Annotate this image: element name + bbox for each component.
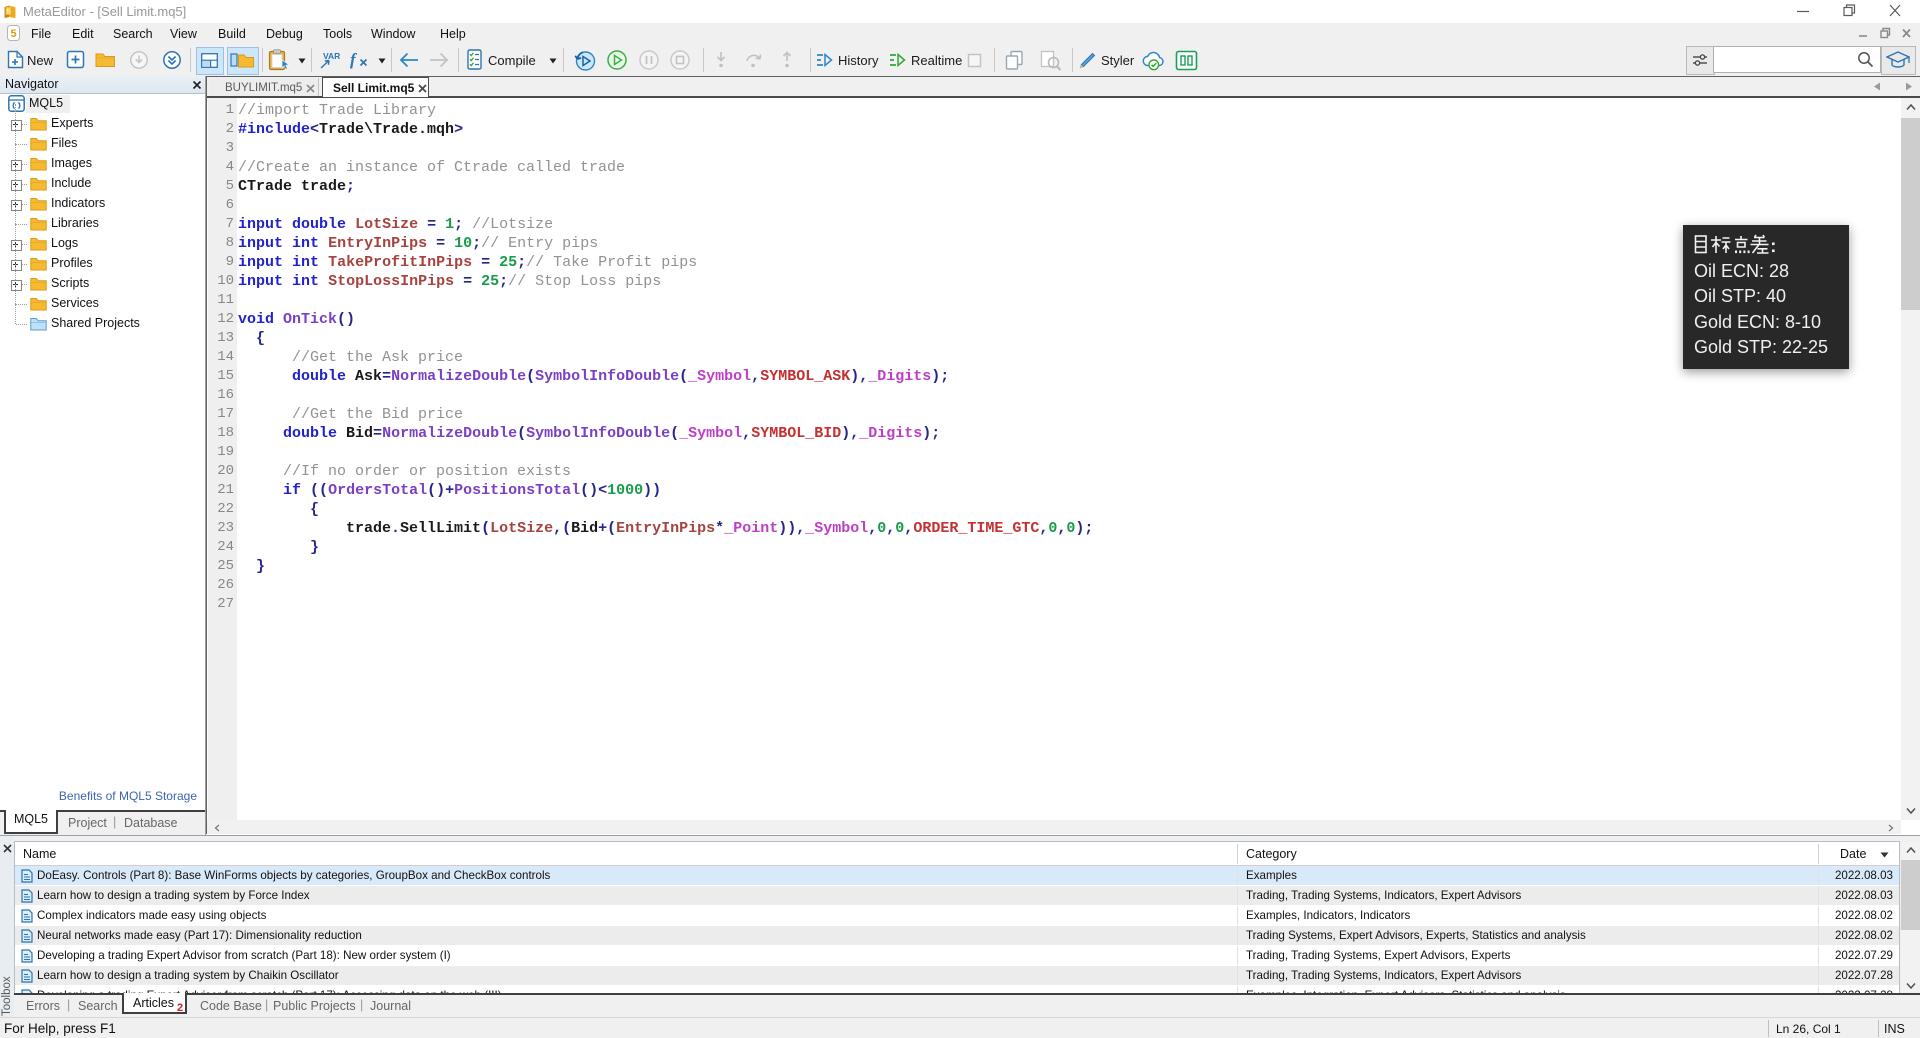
svg-text:5: 5 xyxy=(10,28,16,40)
svg-text:f: f xyxy=(350,50,358,69)
svg-text:VAR: VAR xyxy=(323,51,340,61)
svg-text:5: 5 xyxy=(6,6,10,15)
